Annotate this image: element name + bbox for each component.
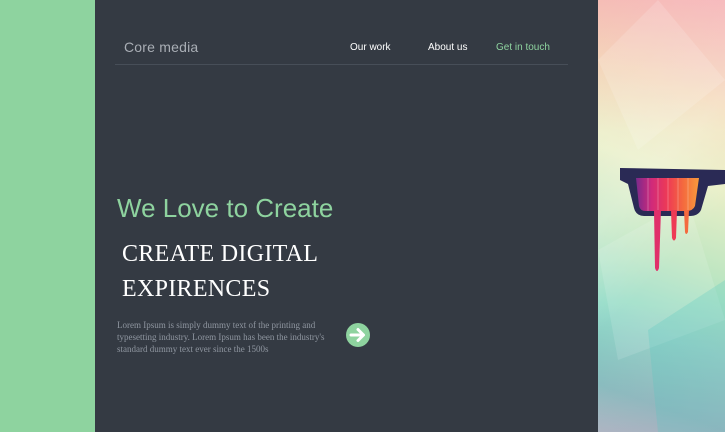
header-divider [115, 64, 568, 65]
arrow-right-icon [349, 328, 365, 342]
hero-headline-line2: EXPIRENCES [122, 276, 271, 302]
hero-description: Lorem Ipsum is simply dummy text of the … [117, 320, 325, 354]
next-arrow-button[interactable] [346, 323, 370, 347]
main-panel: Core media Our work About us Get in touc… [95, 0, 598, 432]
hero-artwork [598, 0, 725, 432]
left-green-strip [0, 0, 95, 432]
nav-get-in-touch[interactable]: Get in touch [496, 42, 550, 53]
hero-headline-line1: CREATE DIGITAL [122, 241, 319, 267]
nav-our-work[interactable]: Our work [350, 42, 391, 53]
hero-tagline: We Love to Create [117, 193, 334, 223]
sunglasses-drip-illustration [598, 0, 725, 432]
nav-about-us[interactable]: About us [428, 42, 467, 53]
brand-logo[interactable]: Core media [124, 39, 198, 55]
